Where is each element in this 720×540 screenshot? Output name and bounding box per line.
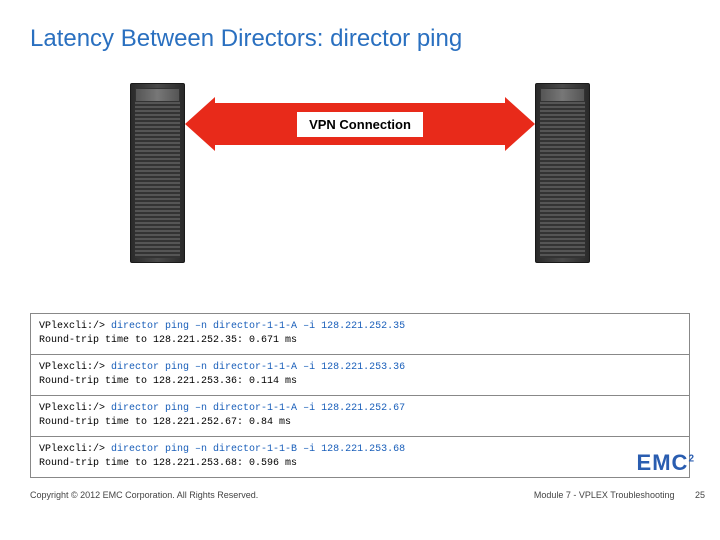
cli-command: director ping –n director-1-1-A –i 128.2… [111, 403, 405, 414]
cli-prompt: VPlexcli:/> [39, 403, 105, 414]
arrow-right-icon [505, 97, 535, 151]
cli-command: director ping –n director-1-1-B –i 128.2… [111, 444, 405, 455]
cli-command: director ping –n director-1-1-A –i 128.2… [111, 362, 405, 373]
cli-prompt: VPlexcli:/> [39, 362, 105, 373]
cli-row: VPlexcli:/> director ping –n director-1-… [31, 355, 689, 396]
cli-result: Round-trip time to 128.221.252.35: 0.671… [39, 335, 297, 346]
cli-row: VPlexcli:/> director ping –n director-1-… [31, 314, 689, 355]
rack-right-icon [535, 83, 590, 263]
logo-text: EMC [637, 450, 689, 475]
arrow-body: VPN Connection [209, 103, 511, 145]
page-number: 25 [695, 490, 705, 500]
diagram-area: VPN Connection [70, 83, 650, 303]
cli-result: Round-trip time to 128.221.252.67: 0.84 … [39, 417, 291, 428]
copyright-text: Copyright © 2012 EMC Corporation. All Ri… [30, 490, 258, 500]
cli-prompt: VPlexcli:/> [39, 444, 105, 455]
module-text: Module 7 - VPLEX Troubleshooting [534, 490, 675, 500]
cli-prompt: VPlexcli:/> [39, 321, 105, 332]
vpn-arrow-icon: VPN Connection [185, 103, 535, 145]
cli-result: Round-trip time to 128.221.253.36: 0.114… [39, 376, 297, 387]
emc-logo: EMC2 [637, 450, 695, 476]
cli-command: director ping –n director-1-1-A –i 128.2… [111, 321, 405, 332]
cli-row: VPlexcli:/> director ping –n director-1-… [31, 396, 689, 437]
footer-line: Copyright © 2012 EMC Corporation. All Ri… [30, 490, 705, 500]
logo-sup: 2 [688, 454, 695, 465]
footer: EMC2 Copyright © 2012 EMC Corporation. A… [30, 468, 705, 528]
vpn-label: VPN Connection [297, 112, 423, 137]
cli-output-box: VPlexcli:/> director ping –n director-1-… [30, 313, 690, 478]
rack-left-icon [130, 83, 185, 263]
page-title: Latency Between Directors: director ping [30, 25, 690, 53]
